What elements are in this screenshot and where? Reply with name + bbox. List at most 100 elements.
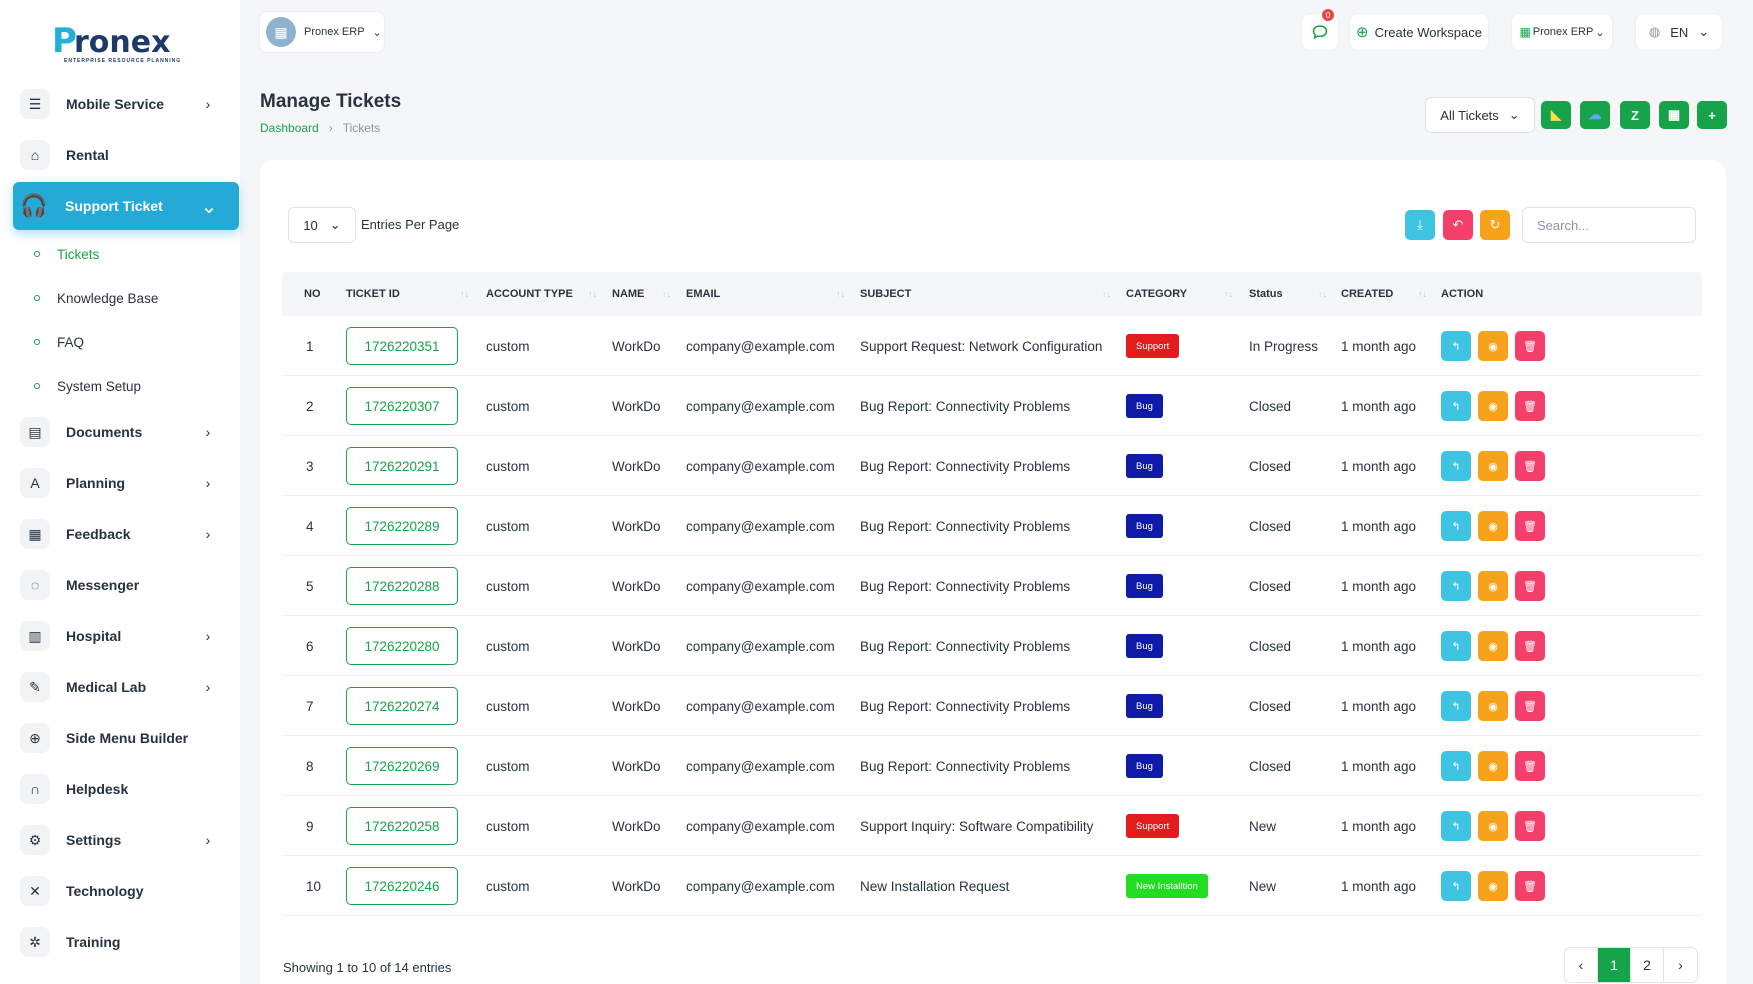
ticket-id-link[interactable]: 1726220280 (346, 627, 458, 665)
sort-icon[interactable]: ↑↓ (588, 272, 597, 316)
sidebar-item-technology[interactable]: ✕ Technology (14, 869, 238, 913)
add-ticket-button[interactable]: + (1697, 101, 1727, 129)
ticket-id-link[interactable]: 1726220289 (346, 507, 458, 545)
ticket-id-link[interactable]: 1726220258 (346, 807, 458, 845)
reply-button[interactable]: ↰ (1441, 571, 1471, 601)
column-header-created[interactable]: CREATED (1341, 272, 1393, 316)
sort-icon[interactable]: ↑↓ (836, 272, 845, 316)
sort-icon[interactable]: ↑↓ (1102, 272, 1111, 316)
ticket-id-link[interactable]: 1726220291 (346, 447, 458, 485)
reply-button[interactable]: ↰ (1441, 631, 1471, 661)
delete-button[interactable]: 🗑 (1515, 511, 1545, 541)
page-2-button[interactable]: 2 (1631, 948, 1664, 982)
sidebar-item-medical-lab[interactable]: ✎ Medical Lab › (14, 665, 238, 709)
column-header-name[interactable]: NAME (612, 272, 644, 316)
sidebar-item-feedback[interactable]: ▦ Feedback › (14, 512, 238, 556)
ticket-id-link[interactable]: 1726220246 (346, 867, 458, 905)
workspace-select[interactable]: ▦ Pronex ERP ⌄ (260, 12, 384, 52)
refresh-button[interactable]: ↻ (1480, 210, 1510, 240)
next-page-button[interactable]: › (1664, 948, 1697, 982)
submenu-item-system-setup[interactable]: System Setup (34, 374, 141, 398)
reply-button[interactable]: ↰ (1441, 691, 1471, 721)
reply-icon: ↰ (1451, 700, 1461, 713)
reply-button[interactable]: ↰ (1441, 511, 1471, 541)
view-button[interactable]: ◉ (1478, 451, 1508, 481)
view-button[interactable]: ◉ (1478, 391, 1508, 421)
sidebar-item-planning[interactable]: A Planning › (14, 461, 238, 505)
sidebar-item-mobile-service[interactable]: ☰ Mobile Service › (14, 82, 238, 126)
delete-button[interactable]: 🗑 (1515, 391, 1545, 421)
delete-button[interactable]: 🗑 (1515, 331, 1545, 361)
reply-button[interactable]: ↰ (1441, 391, 1471, 421)
reset-button[interactable]: ↶ (1443, 210, 1473, 240)
prev-page-button[interactable]: ‹ (1565, 948, 1598, 982)
sort-icon[interactable]: ↑↓ (460, 272, 469, 316)
sidebar-item-rental[interactable]: ⌂ Rental (14, 133, 238, 177)
sidebar-item-documents[interactable]: ▤ Documents › (14, 410, 238, 454)
messages-button[interactable]: 0 (1302, 9, 1338, 50)
delete-button[interactable]: 🗑 (1515, 871, 1545, 901)
view-button[interactable]: ◉ (1478, 331, 1508, 361)
grid-view-button[interactable]: ▦ (1659, 101, 1689, 129)
page-1-button[interactable]: 1 (1598, 948, 1631, 982)
ticket-id-link[interactable]: 1726220307 (346, 387, 458, 425)
ticket-id-link[interactable]: 1726220269 (346, 747, 458, 785)
sidebar-item-messenger[interactable]: ◌ Messenger (14, 563, 238, 607)
column-header-ticket-id[interactable]: TICKET ID (346, 272, 400, 316)
erp-menu-button[interactable]: ▦ Pronex ERP ⌄ (1512, 14, 1612, 50)
onedrive-button[interactable]: ☁ (1580, 101, 1610, 129)
delete-button[interactable]: 🗑 (1515, 571, 1545, 601)
reply-button[interactable]: ↰ (1441, 451, 1471, 481)
brand-logo[interactable]: P ronex ENTERPRISE RESOURCE PLANNING (52, 18, 182, 68)
column-header-action[interactable]: ACTION (1441, 272, 1483, 316)
submenu-item-knowledge-base[interactable]: Knowledge Base (34, 286, 158, 310)
zendesk-button[interactable]: Z (1620, 101, 1650, 129)
reply-button[interactable]: ↰ (1441, 331, 1471, 361)
breadcrumb-dashboard[interactable]: Dashboard (260, 121, 319, 135)
create-workspace-button[interactable]: ⊕ Create Workspace (1350, 14, 1488, 50)
delete-button[interactable]: 🗑 (1515, 451, 1545, 481)
reply-button[interactable]: ↰ (1441, 811, 1471, 841)
column-header-no[interactable]: NO (304, 272, 321, 316)
google-drive-button[interactable]: ◣ (1541, 101, 1571, 129)
column-header-status[interactable]: Status (1249, 272, 1283, 316)
column-header-category[interactable]: CATEGORY (1126, 272, 1187, 316)
view-button[interactable]: ◉ (1478, 811, 1508, 841)
sidebar-item-support-ticket[interactable]: 🎧 Support Ticket ⌄ (13, 182, 239, 230)
delete-button[interactable]: 🗑 (1515, 631, 1545, 661)
search-input[interactable] (1522, 207, 1696, 243)
view-button[interactable]: ◉ (1478, 631, 1508, 661)
reply-button[interactable]: ↰ (1441, 751, 1471, 781)
sidebar-item-side-menu-builder[interactable]: ⊕ Side Menu Builder (14, 716, 238, 760)
view-button[interactable]: ◉ (1478, 751, 1508, 781)
column-header-subject[interactable]: SUBJECT (860, 272, 911, 316)
name-text: WorkDo (612, 638, 661, 654)
view-button[interactable]: ◉ (1478, 691, 1508, 721)
view-button[interactable]: ◉ (1478, 511, 1508, 541)
view-button[interactable]: ◉ (1478, 871, 1508, 901)
ticket-id-link[interactable]: 1726220288 (346, 567, 458, 605)
sort-icon[interactable]: ↑↓ (1224, 272, 1233, 316)
submenu-item-faq[interactable]: FAQ (34, 330, 84, 354)
view-button[interactable]: ◉ (1478, 571, 1508, 601)
ticket-id-link[interactable]: 1726220351 (346, 327, 458, 365)
export-button[interactable]: ⤓ (1405, 210, 1435, 240)
submenu-item-tickets[interactable]: Tickets (34, 242, 99, 266)
ticket-filter-select[interactable]: All Tickets ⌄ (1425, 97, 1535, 133)
ticket-id-link[interactable]: 1726220274 (346, 687, 458, 725)
delete-button[interactable]: 🗑 (1515, 811, 1545, 841)
sort-icon[interactable]: ↑↓ (1318, 272, 1327, 316)
sidebar-item-settings[interactable]: ⚙ Settings › (14, 818, 238, 862)
sort-icon[interactable]: ↑↓ (662, 272, 671, 316)
sidebar-item-training[interactable]: ✲ Training (14, 920, 238, 964)
delete-button[interactable]: 🗑 (1515, 691, 1545, 721)
delete-button[interactable]: 🗑 (1515, 751, 1545, 781)
entries-per-page-select[interactable]: 10 ⌄ (288, 207, 356, 243)
sidebar-item-helpdesk[interactable]: ∩ Helpdesk (14, 767, 238, 811)
sort-icon[interactable]: ↑↓ (1418, 272, 1427, 316)
column-header-email[interactable]: EMAIL (686, 272, 720, 316)
column-header-account-type[interactable]: ACCOUNT TYPE (486, 272, 573, 316)
sidebar-item-hospital[interactable]: ▥ Hospital › (14, 614, 238, 658)
reply-button[interactable]: ↰ (1441, 871, 1471, 901)
language-select[interactable]: ◍ EN ⌄ (1636, 14, 1722, 50)
